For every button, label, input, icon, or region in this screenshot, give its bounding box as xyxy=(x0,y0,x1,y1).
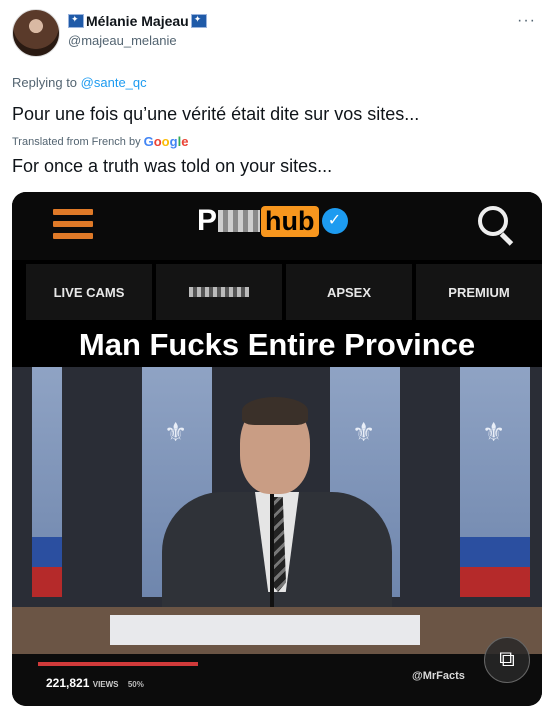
media-nav-blurred-apsex: APSEX xyxy=(286,264,412,320)
tweet-translation: For once a truth was told on your sites.… xyxy=(12,156,333,176)
google-logo: Google xyxy=(143,134,189,149)
logo-blur xyxy=(218,210,261,232)
blurred-text xyxy=(189,287,249,297)
view-count: 221,821 VIEWS 50% xyxy=(46,676,144,690)
author-name-row[interactable]: Mélanie Majeau xyxy=(68,13,207,29)
microphone xyxy=(270,487,274,607)
more-options-button[interactable]: ··· xyxy=(517,12,536,30)
replying-to: Replying to @sante_qc xyxy=(12,75,147,90)
author-display-name[interactable]: Mélanie Majeau xyxy=(86,13,189,29)
man-hair xyxy=(242,397,308,425)
view-count-label: VIEWS xyxy=(92,680,119,689)
search-icon xyxy=(478,206,508,236)
media-nav-blurred xyxy=(156,264,282,320)
media-headline: Man Fucks Entire Province xyxy=(78,327,476,362)
hamburger-menu-icon xyxy=(53,209,93,239)
desk-paper xyxy=(110,615,420,645)
quebec-flag-icon xyxy=(68,14,84,28)
scan-text-icon[interactable]: ⧉ xyxy=(484,637,530,683)
site-logo: P hub ✓ xyxy=(197,204,348,238)
video-progress-bar xyxy=(38,662,198,666)
video-info-bar: 221,821 VIEWS 50% @MrFacts xyxy=(12,654,542,706)
logo-hub: hub xyxy=(261,205,319,237)
translation-attribution: Translated from French by Google xyxy=(12,134,188,149)
watermark: @MrFacts xyxy=(412,670,465,682)
media-nav-premium: PREMIUM xyxy=(416,264,542,320)
translated-label[interactable]: Translated from French by xyxy=(12,136,141,148)
view-count-number: 221,821 xyxy=(46,676,90,690)
tweet-media-image[interactable]: P hub ✓ LIVE CAMS APSEX PREMIUM Man Fuck… xyxy=(12,192,542,706)
media-nav-row: LIVE CAMS APSEX PREMIUM xyxy=(26,264,542,320)
logo-letter: P xyxy=(197,204,218,237)
quebec-flag-right: ⚜ xyxy=(460,367,530,597)
verified-check-icon: ✓ xyxy=(321,208,348,234)
media-site-header: P hub ✓ xyxy=(12,192,542,260)
avatar[interactable] xyxy=(12,9,60,57)
press-conference-scene: ⚜ ⚜ ⚜ xyxy=(12,367,542,654)
quebec-flag-edge xyxy=(32,367,62,597)
replying-to-prefix: Replying to xyxy=(12,75,78,90)
media-nav-live-cams: LIVE CAMS xyxy=(26,264,152,320)
media-nav-apsex-label: APSEX xyxy=(326,284,372,300)
author-handle[interactable]: @majeau_melanie xyxy=(68,33,177,48)
rating-percent: 50% xyxy=(127,680,144,689)
tweet-text: Pour une fois qu’une vérité était dite s… xyxy=(12,104,420,124)
reply-target-link[interactable]: @sante_qc xyxy=(81,75,147,90)
quebec-flag-icon xyxy=(190,14,207,28)
